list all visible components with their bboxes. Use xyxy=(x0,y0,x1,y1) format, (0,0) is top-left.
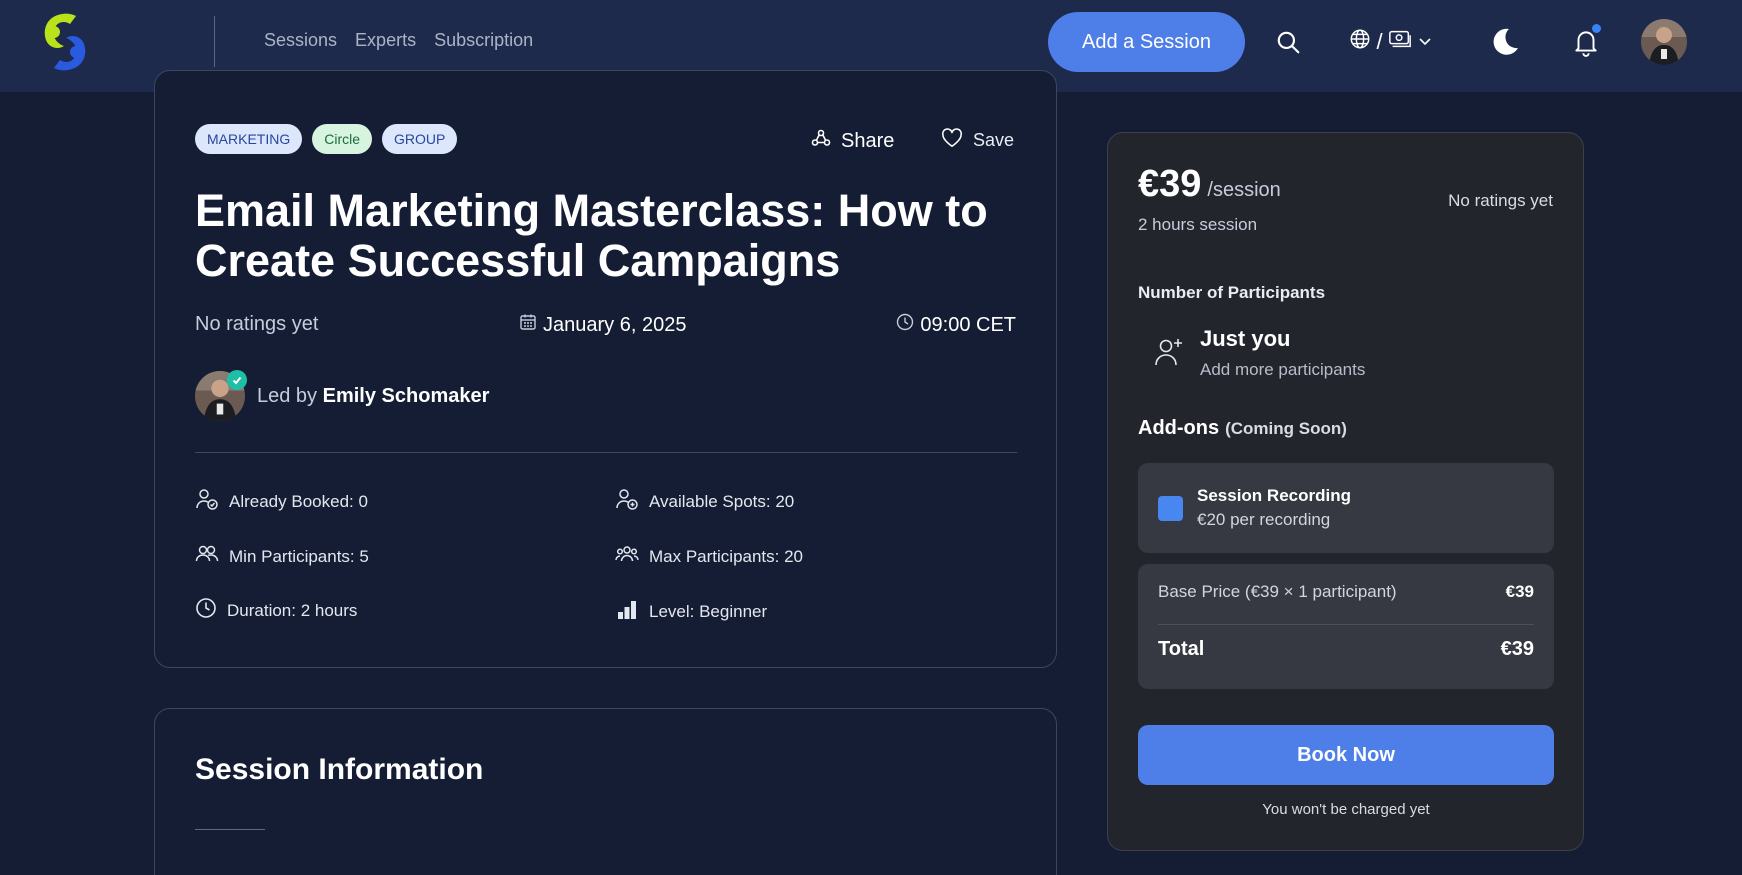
session-ratings: No ratings yet xyxy=(195,313,319,335)
level-bars-icon xyxy=(615,597,639,626)
check-icon xyxy=(232,376,242,385)
stat-max-participants: Max Participants: 20 xyxy=(615,542,803,571)
session-date-text: January 6, 2025 xyxy=(543,313,687,336)
calendar-icon xyxy=(519,313,537,337)
participants-selector[interactable]: Just you Add more participants xyxy=(1138,313,1553,393)
logo[interactable] xyxy=(40,10,90,74)
nav-link-sessions[interactable]: Sessions xyxy=(264,30,337,51)
main-nav: Sessions Experts Subscription xyxy=(264,30,533,51)
book-now-button[interactable]: Book Now xyxy=(1138,725,1554,785)
globe-icon xyxy=(1349,28,1371,56)
stat-level: Level: Beginner xyxy=(615,597,767,626)
save-button[interactable]: Save xyxy=(941,128,1014,153)
clock-icon xyxy=(195,597,217,624)
share-label: Share xyxy=(841,129,895,152)
search-icon[interactable] xyxy=(1274,28,1302,56)
nav-link-subscription[interactable]: Subscription xyxy=(434,30,533,51)
user-check-icon xyxy=(195,487,219,516)
add-session-button[interactable]: Add a Session xyxy=(1048,12,1245,72)
price-summary: Base Price (€39 × 1 participant) €39 Tot… xyxy=(1138,564,1554,689)
price: €39 /session xyxy=(1138,163,1281,206)
heart-icon xyxy=(941,128,963,153)
price-unit: /session xyxy=(1207,179,1281,201)
tag-format[interactable]: Circle xyxy=(312,124,373,154)
session-time: 09:00 CET xyxy=(896,313,1016,337)
bell-icon[interactable] xyxy=(1570,24,1602,59)
participants-label: Number of Participants xyxy=(1138,283,1326,302)
no-charge-notice: You won't be charged yet xyxy=(1262,801,1430,818)
tag-category[interactable]: MARKETING xyxy=(195,124,303,154)
share-icon xyxy=(811,128,831,154)
session-information-heading: Session Information xyxy=(195,753,484,786)
booking-card: €39 /session No ratings yet 2 hours sess… xyxy=(1107,132,1584,851)
user-plus-icon xyxy=(1154,335,1184,372)
stat-available-spots: Available Spots: 20 xyxy=(615,487,794,516)
user-plus-circle-icon xyxy=(615,487,639,516)
session-tags: MARKETING Circle GROUP xyxy=(195,124,458,154)
session-information-card: Session Information xyxy=(154,708,1057,875)
leader-text: Led by Emily Schomaker xyxy=(257,385,489,408)
verified-badge xyxy=(227,370,247,390)
stat-duration: Duration: 2 hours xyxy=(195,597,357,624)
moon-icon[interactable] xyxy=(1488,25,1522,59)
addons-heading: Add-ons (Coming Soon) xyxy=(1138,417,1347,439)
leader-name-link[interactable]: Emily Schomaker xyxy=(323,385,490,407)
heading-underline xyxy=(195,829,265,830)
total-row: Total €39 xyxy=(1158,638,1534,660)
clock-icon xyxy=(896,313,914,337)
base-price-row: Base Price (€39 × 1 participant) €39 xyxy=(1158,582,1534,601)
group-icon xyxy=(615,542,639,571)
leader-avatar[interactable] xyxy=(195,370,247,421)
session-recording-checkbox[interactable] xyxy=(1158,495,1183,521)
stat-min-participants: Min Participants: 5 xyxy=(195,542,369,571)
addon-price: €20 per recording xyxy=(1197,510,1331,529)
save-label: Save xyxy=(973,130,1015,150)
users-icon xyxy=(195,542,219,571)
card-divider xyxy=(195,452,1017,453)
session-length: 2 hours session xyxy=(1138,215,1258,234)
addon-session-recording: Session Recording €20 per recording xyxy=(1138,463,1554,553)
stat-already-booked: Already Booked: 0 xyxy=(195,487,368,516)
currency-icon xyxy=(1388,28,1412,56)
session-date: January 6, 2025 xyxy=(519,313,686,337)
addon-name: Session Recording xyxy=(1197,486,1351,505)
notification-dot xyxy=(1592,24,1601,33)
led-by-prefix: Led by xyxy=(257,384,318,407)
session-title: Email Marketing Masterclass: How to Crea… xyxy=(195,185,988,286)
booking-ratings: No ratings yet xyxy=(1448,191,1553,210)
price-amount: €39 xyxy=(1138,163,1202,205)
lang-separator: / xyxy=(1376,29,1383,54)
session-leader: Led by Emily Schomaker xyxy=(195,370,489,421)
session-overview-card: MARKETING Circle GROUP Share Save Email … xyxy=(154,70,1057,668)
user-avatar[interactable] xyxy=(1641,19,1687,65)
nav-divider xyxy=(214,16,215,67)
language-currency-switcher[interactable]: / xyxy=(1346,26,1436,58)
session-time-text: 09:00 CET xyxy=(920,313,1016,336)
participants-value: Just you xyxy=(1200,326,1291,351)
summary-divider xyxy=(1158,624,1534,625)
nav-link-experts[interactable]: Experts xyxy=(355,30,416,51)
add-participants-hint: Add more participants xyxy=(1200,360,1366,379)
coming-soon-label: (Coming Soon) xyxy=(1225,419,1347,438)
chevron-down-icon xyxy=(1417,29,1433,55)
share-button[interactable]: Share xyxy=(811,128,894,154)
tag-type[interactable]: GROUP xyxy=(382,124,458,154)
